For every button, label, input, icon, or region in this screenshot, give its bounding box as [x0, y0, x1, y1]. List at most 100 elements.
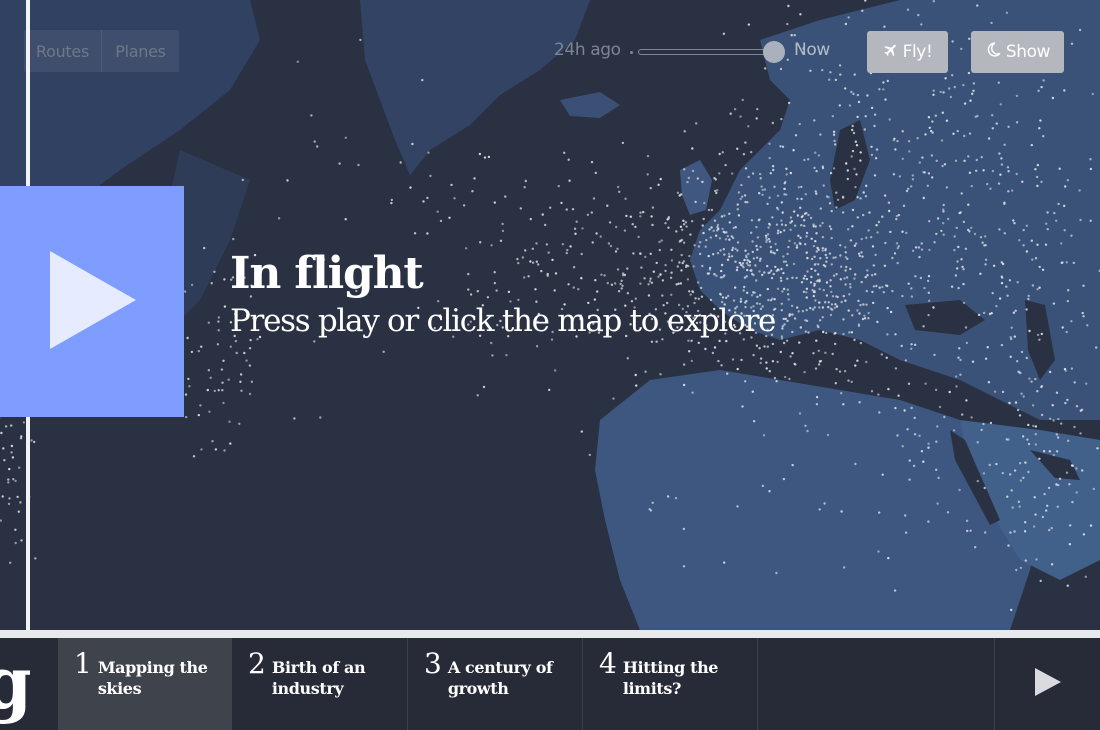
flight-dot [877, 393, 880, 396]
flight-dot [864, 195, 868, 198]
flight-dot [787, 293, 790, 296]
flight-dot [712, 229, 715, 232]
flight-dot [210, 282, 213, 285]
chapter-3-tab[interactable]: 3 A century of growth [408, 638, 583, 730]
flight-dot [765, 367, 768, 370]
flight-dot [819, 133, 822, 136]
flight-dot [798, 412, 802, 415]
chapter-1-tab[interactable]: 1 Mapping the skies [58, 638, 232, 730]
flight-dot [768, 223, 772, 227]
flight-dot [765, 361, 768, 364]
flight-dot [878, 511, 881, 514]
flight-dot [788, 239, 791, 243]
flight-dot [872, 285, 876, 288]
flight-dot [991, 291, 994, 295]
flight-dot [995, 305, 998, 308]
flight-dot [1081, 469, 1084, 472]
airplane-icon [883, 42, 899, 63]
flight-dot [421, 78, 424, 82]
time-slider[interactable]: 24h ago Now [554, 36, 844, 68]
flight-dot [746, 258, 749, 262]
chapter-2-tab[interactable]: 2 Birth of an industry [232, 638, 408, 730]
flight-dot [548, 388, 551, 392]
flight-dot [286, 179, 289, 182]
flight-dot [736, 505, 739, 508]
routes-toggle-button[interactable]: Routes [24, 30, 102, 72]
fly-button[interactable]: Fly! [867, 31, 948, 73]
flight-dot [800, 224, 803, 227]
flight-dot [920, 248, 924, 251]
flight-dot [1025, 224, 1029, 227]
flight-dot [748, 260, 752, 264]
flight-dot [439, 219, 443, 223]
flight-dot [870, 153, 874, 157]
flight-dot [844, 251, 847, 254]
flight-dot [639, 215, 642, 218]
flight-dot [3, 459, 6, 462]
flight-dot [803, 219, 806, 222]
guardian-logo[interactable]: g [0, 638, 30, 730]
flight-dot [768, 370, 771, 373]
flight-dot [464, 247, 468, 250]
flight-dot [679, 282, 682, 285]
flight-dot [519, 207, 522, 210]
flight-dot [1058, 477, 1062, 480]
planes-toggle-button[interactable]: Planes [102, 30, 179, 72]
flight-dot [836, 295, 839, 299]
flight-dot [927, 520, 930, 523]
flight-dot [709, 236, 712, 239]
flight-dot [825, 294, 829, 297]
chapter-number: 2 [248, 647, 266, 680]
flight-dot [769, 172, 772, 175]
next-chapter-button[interactable] [995, 638, 1100, 730]
flight-dot [864, 275, 867, 279]
view-mode-toggle[interactable]: Routes Planes [24, 30, 179, 72]
flight-dot [1015, 568, 1018, 572]
flight-dot [927, 291, 930, 294]
flight-dot [1057, 417, 1060, 421]
flight-dot [659, 373, 662, 376]
flight-dot [1066, 179, 1070, 182]
flight-dot [907, 382, 911, 385]
flight-dot [844, 299, 847, 302]
flight-dot [1061, 261, 1064, 264]
flight-dot [702, 231, 705, 235]
flight-dot [796, 306, 799, 309]
flight-dot [854, 364, 857, 367]
flight-dot [882, 88, 885, 91]
flight-dot [954, 274, 958, 277]
flight-dot [691, 290, 694, 293]
flight-dot [805, 291, 808, 294]
flight-dot [984, 235, 987, 238]
flight-dot [580, 252, 583, 256]
flight-dot [651, 223, 654, 227]
chapter-4-tab[interactable]: 4 Hitting the limits? [583, 638, 758, 730]
show-button[interactable]: Show [971, 31, 1064, 73]
slider-track[interactable] [638, 49, 776, 55]
flight-dot [1008, 279, 1012, 282]
flight-dot [683, 130, 686, 133]
play-button[interactable] [0, 186, 184, 417]
flight-dot [860, 237, 863, 241]
flight-dot [527, 275, 530, 278]
flight-dot [759, 177, 762, 180]
flight-dot [850, 90, 853, 94]
flight-dot [719, 249, 722, 252]
flight-dot [767, 298, 770, 302]
flight-dot [758, 172, 762, 176]
flight-dot [1047, 486, 1051, 490]
flight-dot [523, 186, 526, 189]
flight-dot [690, 339, 693, 342]
flight-dot [524, 249, 527, 252]
flight-dot [1038, 338, 1041, 341]
flight-dot [709, 298, 713, 302]
flight-dot [686, 180, 689, 184]
slider-thumb[interactable] [763, 41, 785, 63]
flight-dot [739, 197, 742, 201]
flight-dot [785, 167, 788, 170]
flight-dot [933, 353, 936, 357]
flight-dot [34, 557, 37, 560]
flight-dot [217, 329, 220, 332]
flight-dot [865, 289, 868, 293]
flight-dot [718, 172, 721, 175]
